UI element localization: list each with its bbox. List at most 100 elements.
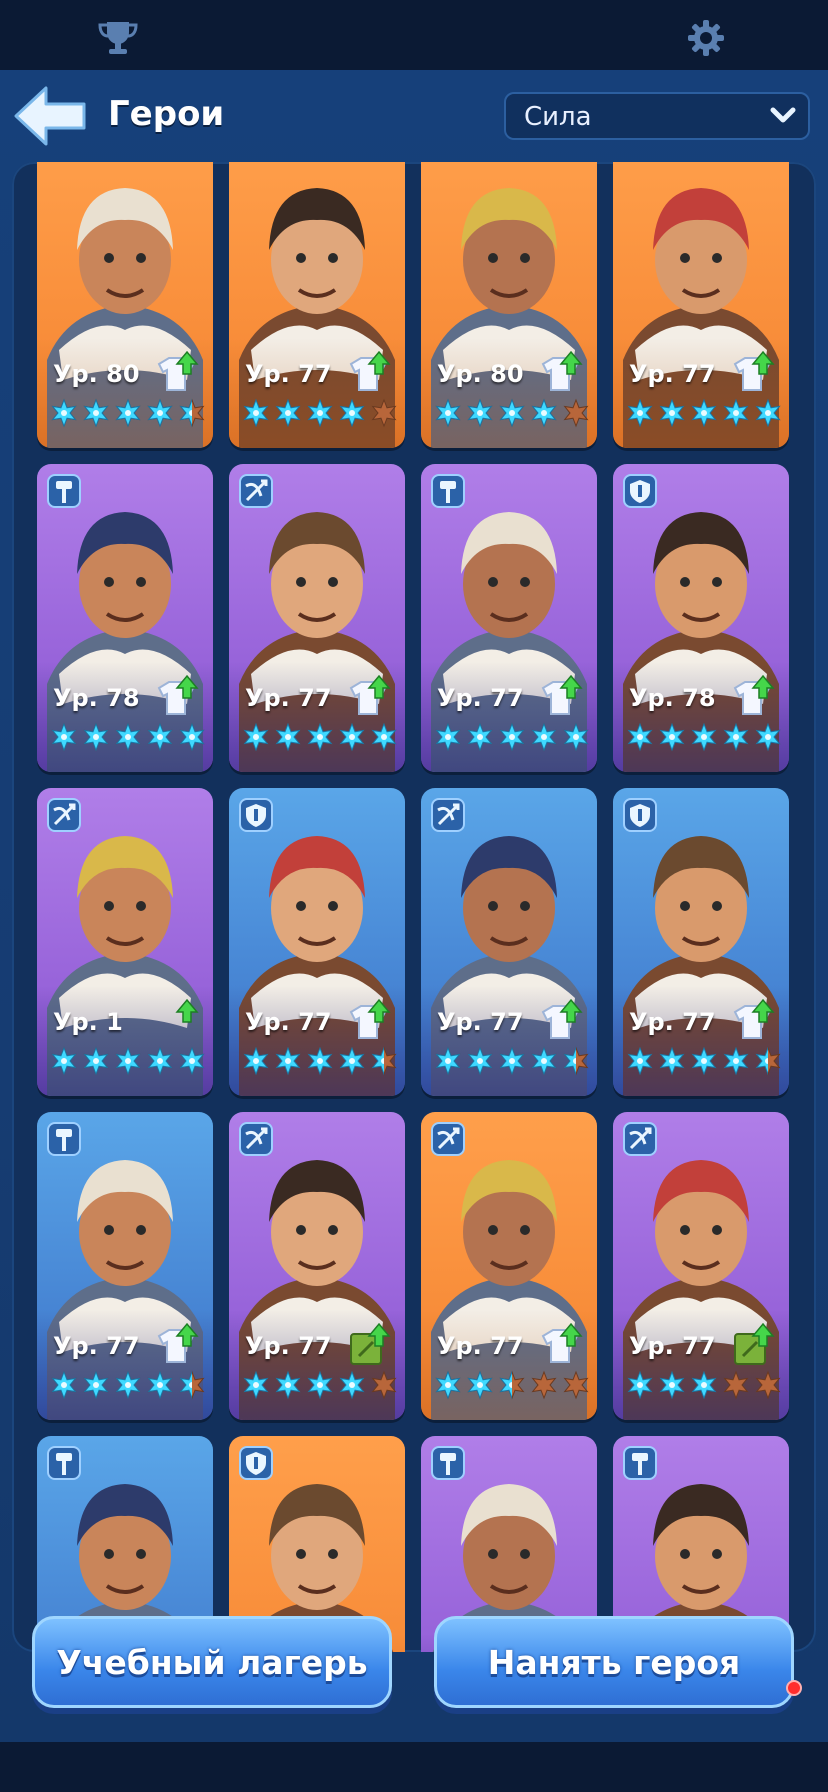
hero-card[interactable]: Ур. 77 — [421, 1112, 597, 1420]
hero-card[interactable]: Ур. 77 — [421, 464, 597, 772]
star-icon — [435, 1046, 461, 1076]
star-rating — [625, 1370, 785, 1400]
shirt-upgrade-icon[interactable] — [537, 1322, 583, 1368]
shield-icon — [623, 474, 657, 508]
star-rating — [241, 1370, 401, 1400]
star-icon — [115, 722, 141, 752]
shirt-upgrade-icon[interactable] — [345, 674, 391, 720]
star-icon — [755, 1370, 781, 1400]
book-upgrade-icon[interactable] — [729, 1322, 775, 1368]
shield-icon — [239, 798, 273, 832]
star-icon — [691, 722, 717, 752]
crossbow-icon — [623, 1122, 657, 1156]
star-icon — [51, 1046, 77, 1076]
shirt-upgrade-icon[interactable] — [345, 350, 391, 396]
star-icon — [435, 1370, 461, 1400]
star-icon — [531, 1370, 557, 1400]
hero-level: Ур. 77 — [437, 684, 524, 712]
star-icon — [179, 398, 205, 428]
star-icon — [371, 398, 397, 428]
star-icon — [243, 722, 269, 752]
star-icon — [627, 398, 653, 428]
top-nav-bar — [0, 0, 828, 70]
star-icon — [115, 1370, 141, 1400]
star-icon — [531, 1046, 557, 1076]
hero-card[interactable]: Ур. 1 — [37, 788, 213, 1096]
back-arrow-icon[interactable] — [12, 84, 88, 148]
shirt-upgrade-icon[interactable] — [729, 674, 775, 720]
star-icon — [339, 1370, 365, 1400]
level-up-arrow-icon[interactable] — [153, 998, 199, 1044]
star-icon — [147, 1370, 173, 1400]
star-icon — [627, 1046, 653, 1076]
star-icon — [339, 1046, 365, 1076]
heroes-screen: Герои Сила Ур. 80 Ур. 77 Ур. 80 Ур. 77 Ур. 7… — [0, 70, 828, 1742]
star-icon — [307, 1370, 333, 1400]
star-rating — [433, 722, 593, 752]
star-icon — [755, 722, 781, 752]
shirt-upgrade-icon[interactable] — [153, 350, 199, 396]
star-rating — [625, 1046, 785, 1076]
hero-card[interactable]: Ур. 77 — [613, 162, 789, 448]
star-icon — [339, 722, 365, 752]
shirt-upgrade-icon[interactable] — [729, 998, 775, 1044]
hero-level: Ур. 77 — [629, 360, 716, 388]
hero-card[interactable]: Ур. 77 — [613, 788, 789, 1096]
hero-card[interactable]: Ур. 77 — [229, 788, 405, 1096]
shirt-upgrade-icon[interactable] — [537, 674, 583, 720]
hero-card[interactable]: Ур. 77 — [229, 1112, 405, 1420]
crossbow-icon — [431, 1122, 465, 1156]
crossbow-icon — [239, 474, 273, 508]
shirt-upgrade-icon[interactable] — [153, 674, 199, 720]
page-title: Герои — [108, 94, 225, 134]
star-icon — [243, 398, 269, 428]
hero-level: Ур. 77 — [437, 1332, 524, 1360]
hero-card[interactable]: Ур. 80 — [37, 162, 213, 448]
hero-card[interactable]: Ур. 77 — [613, 1112, 789, 1420]
sort-dropdown[interactable]: Сила — [504, 92, 810, 140]
shirt-upgrade-icon[interactable] — [729, 350, 775, 396]
star-icon — [371, 1370, 397, 1400]
star-rating — [625, 722, 785, 752]
hero-grid: Ур. 80 Ур. 77 Ур. 80 Ур. 77 Ур. 78 Ур. 77 Ур. … — [37, 162, 789, 1652]
hire-hero-button[interactable]: Нанять героя — [434, 1616, 794, 1708]
star-icon — [51, 398, 77, 428]
shield-icon — [623, 798, 657, 832]
star-icon — [147, 1046, 173, 1076]
hero-card[interactable]: Ур. 78 — [613, 464, 789, 772]
star-icon — [755, 398, 781, 428]
shirt-upgrade-icon[interactable] — [537, 350, 583, 396]
hero-card[interactable]: Ур. 77 — [421, 788, 597, 1096]
hero-level: Ур. 77 — [53, 1332, 140, 1360]
crossbow-icon — [239, 1122, 273, 1156]
star-icon — [659, 1046, 685, 1076]
training-camp-button[interactable]: Учебный лагерь — [32, 1616, 392, 1708]
chevron-down-icon — [770, 106, 796, 126]
hero-card[interactable]: Ур. 78 — [37, 464, 213, 772]
trophy-icon[interactable] — [95, 18, 141, 58]
hero-card[interactable]: Ур. 77 — [229, 162, 405, 448]
hero-card[interactable]: Ур. 80 — [421, 162, 597, 448]
shirt-upgrade-icon[interactable] — [537, 998, 583, 1044]
hero-list-panel[interactable]: Ур. 80 Ур. 77 Ур. 80 Ур. 77 Ур. 78 Ур. 77 Ур. … — [12, 162, 816, 1652]
star-icon — [467, 398, 493, 428]
hire-hero-label: Нанять героя — [487, 1642, 741, 1682]
star-icon — [275, 1370, 301, 1400]
hammer-icon — [431, 1446, 465, 1480]
shirt-upgrade-icon[interactable] — [345, 998, 391, 1044]
star-icon — [691, 398, 717, 428]
star-icon — [179, 1370, 205, 1400]
book-upgrade-icon[interactable] — [345, 1322, 391, 1368]
hero-card[interactable]: Ур. 77 — [37, 1112, 213, 1420]
star-icon — [563, 1370, 589, 1400]
star-icon — [467, 1370, 493, 1400]
hero-card[interactable]: Ур. 77 — [229, 464, 405, 772]
shirt-upgrade-icon[interactable] — [153, 1322, 199, 1368]
hero-level: Ур. 77 — [245, 1008, 332, 1036]
star-icon — [659, 398, 685, 428]
sort-selected-label: Сила — [524, 102, 592, 132]
header: Герои Сила — [0, 70, 828, 160]
gear-icon[interactable] — [686, 18, 732, 58]
star-rating — [241, 398, 401, 428]
star-icon — [179, 1046, 205, 1076]
